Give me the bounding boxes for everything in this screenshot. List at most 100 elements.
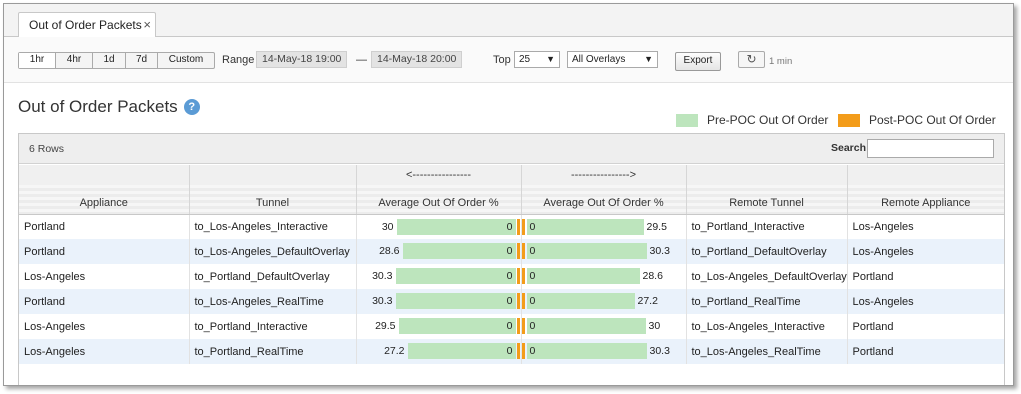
post-poc-bar-left xyxy=(516,343,520,359)
cell-avg-out-of-order-left: 30 0 xyxy=(355,214,521,239)
cell-remote-tunnel: to_Portland_DefaultOverlay xyxy=(685,239,847,264)
cell-appliance: Portland xyxy=(19,289,189,314)
tab-strip: Out of Order Packets × xyxy=(4,4,1013,38)
overlay-select-value: All Overlays xyxy=(572,54,626,65)
post-poc-bar-left xyxy=(516,268,520,284)
packets-table: <---------------- ----------------> Appl… xyxy=(19,165,1004,364)
toolbar: 1hr 4hr 1d 7d Custom Range 14-May-18 19:… xyxy=(4,37,1013,83)
pre-poc-bar-right xyxy=(526,268,640,284)
pre-poc-bar-left xyxy=(398,318,516,334)
value-post-left: 0 xyxy=(506,245,513,257)
report-window: Out of Order Packets × 1hr 4hr 1d 7d Cus… xyxy=(3,3,1014,386)
grid-toolbar: 6 Rows Search xyxy=(19,134,1004,164)
column-header-appliance[interactable]: Appliance xyxy=(19,185,189,215)
cell-remote-appliance: Los-Angeles xyxy=(846,239,1004,264)
value-post-left: 0 xyxy=(506,320,513,332)
cell-remote-tunnel: to_Los-Angeles_DefaultOverlay xyxy=(685,264,847,289)
pre-poc-bar-left xyxy=(396,218,516,235)
search-label: Search xyxy=(831,142,867,154)
table-row[interactable]: Portland to_Los-Angeles_DefaultOverlay 28.… xyxy=(19,239,1004,264)
cell-remote-appliance: Los-Angeles xyxy=(846,289,1004,314)
cell-avg-out-of-order-left: 29.5 0 xyxy=(355,314,521,339)
value-pre-right: 30.3 xyxy=(649,245,670,257)
pre-poc-bar-left xyxy=(395,268,516,284)
value-pre-left: 29.5 xyxy=(375,320,396,332)
tab-out-of-order-packets[interactable]: Out of Order Packets × xyxy=(18,12,156,38)
range-7d-button[interactable]: 7d xyxy=(125,53,157,68)
value-post-right: 0 xyxy=(529,270,536,282)
post-poc-bar-left xyxy=(516,218,520,235)
page-title: Out of Order Packets? xyxy=(18,97,200,117)
value-post-right: 0 xyxy=(529,295,536,307)
table-row[interactable]: Portland to_Los-Angeles_RealTime 30.3 0 0 27.… xyxy=(19,289,1004,314)
value-pre-right: 27.2 xyxy=(637,295,658,307)
value-pre-left: 27.2 xyxy=(384,345,405,357)
direction-arrow-left: <---------------- xyxy=(355,165,521,185)
range-start-field[interactable]: 14-May-18 19:00 xyxy=(256,51,348,68)
cell-avg-out-of-order-left: 28.6 0 xyxy=(355,239,521,264)
column-header-remote-appliance[interactable]: Remote Appliance xyxy=(846,185,1004,215)
value-post-left: 0 xyxy=(506,220,513,233)
table-row[interactable]: Portland to_Los-Angeles_Interactive 30 0 0 29… xyxy=(19,214,1004,239)
range-4hr-button[interactable]: 4hr xyxy=(55,53,92,68)
value-post-right: 0 xyxy=(529,345,536,357)
post-poc-bar-right xyxy=(522,218,525,235)
cell-remote-appliance: Portland xyxy=(846,314,1004,339)
refresh-button[interactable]: ↻ xyxy=(738,51,765,68)
table-row[interactable]: Los-Angeles to_Portland_Interactive 29.5 0 0… xyxy=(19,314,1004,339)
cell-tunnel: to_Portland_DefaultOverlay xyxy=(188,264,356,289)
value-pre-right: 30.3 xyxy=(649,345,670,357)
legend-label-post: Post-POC Out Of Order xyxy=(869,113,996,127)
post-poc-bar-right xyxy=(522,243,525,259)
cell-tunnel: to_Los-Angeles_RealTime xyxy=(188,289,356,314)
cell-tunnel: to_Portland_RealTime xyxy=(188,339,356,364)
cell-avg-out-of-order-right: 0 30.3 xyxy=(520,239,686,264)
data-grid: 6 Rows Search <---------------- --------… xyxy=(18,133,1005,385)
cell-appliance: Los-Angeles xyxy=(24,270,86,283)
value-pre-right: 30 xyxy=(648,320,661,332)
column-header-tunnel[interactable]: Tunnel xyxy=(188,185,356,215)
column-header-avg-out-of-order-left[interactable]: Average Out Of Order % xyxy=(355,185,521,215)
close-icon[interactable]: × xyxy=(143,17,151,32)
table-row[interactable]: Los-Angeles to_Portland_RealTime 27.2 0 0 30.… xyxy=(19,339,1004,364)
overlay-select[interactable]: All Overlays ▼ xyxy=(567,51,658,68)
pre-poc-bar-left xyxy=(395,293,516,309)
time-range-buttons: 1hr 4hr 1d 7d Custom xyxy=(18,52,215,69)
help-icon[interactable]: ? xyxy=(183,99,200,115)
cell-appliance: Los-Angeles xyxy=(24,320,86,333)
table-row[interactable]: Los-Angeles to_Portland_DefaultOverlay 30.… xyxy=(19,264,1004,289)
legend-swatch-post xyxy=(838,114,860,127)
pre-poc-bar-right xyxy=(526,343,647,359)
cell-remote-tunnel: to_Los-Angeles_Interactive xyxy=(685,314,847,339)
post-poc-bar-left xyxy=(516,293,520,309)
pre-poc-bar-right xyxy=(526,318,646,334)
column-header-remote-tunnel[interactable]: Remote Tunnel xyxy=(685,185,847,215)
page-title-text: Out of Order Packets xyxy=(18,97,178,116)
search-input[interactable] xyxy=(867,139,994,158)
range-1d-button[interactable]: 1d xyxy=(92,53,125,68)
row-count: 6 Rows xyxy=(29,143,65,155)
value-pre-right: 29.5 xyxy=(646,220,667,233)
direction-arrow-right: ----------------> xyxy=(520,165,686,185)
pre-poc-bar-right xyxy=(526,243,647,259)
cell-tunnel: to_Los-Angeles_DefaultOverlay xyxy=(188,239,356,264)
pre-poc-bar-left xyxy=(407,343,516,359)
cell-avg-out-of-order-left: 30.3 0 xyxy=(355,289,521,314)
cell-remote-appliance: Portland xyxy=(846,339,1004,364)
range-1hr-button[interactable]: 1hr xyxy=(19,53,55,68)
cell-appliance: Los-Angeles xyxy=(19,339,189,364)
cell-avg-out-of-order-left: 30.3 0 xyxy=(355,264,521,289)
tab-label: Out of Order Packets xyxy=(29,18,142,32)
top-select[interactable]: 25 ▼ xyxy=(514,51,560,68)
range-end-field[interactable]: 14-May-18 20:00 xyxy=(371,51,463,68)
value-post-left: 0 xyxy=(506,345,513,357)
column-header-avg-out-of-order-right[interactable]: Average Out Of Order % xyxy=(520,185,686,215)
post-poc-bar-right xyxy=(522,268,525,284)
range-custom-button[interactable]: Custom xyxy=(157,53,214,68)
range-label: Range xyxy=(222,54,255,66)
pre-poc-bar-right xyxy=(526,218,644,235)
chevron-down-icon: ▼ xyxy=(644,54,653,64)
cell-remote-appliance: Portland xyxy=(846,264,1004,289)
value-pre-left: 30.3 xyxy=(372,295,393,307)
export-button[interactable]: Export xyxy=(675,52,721,71)
